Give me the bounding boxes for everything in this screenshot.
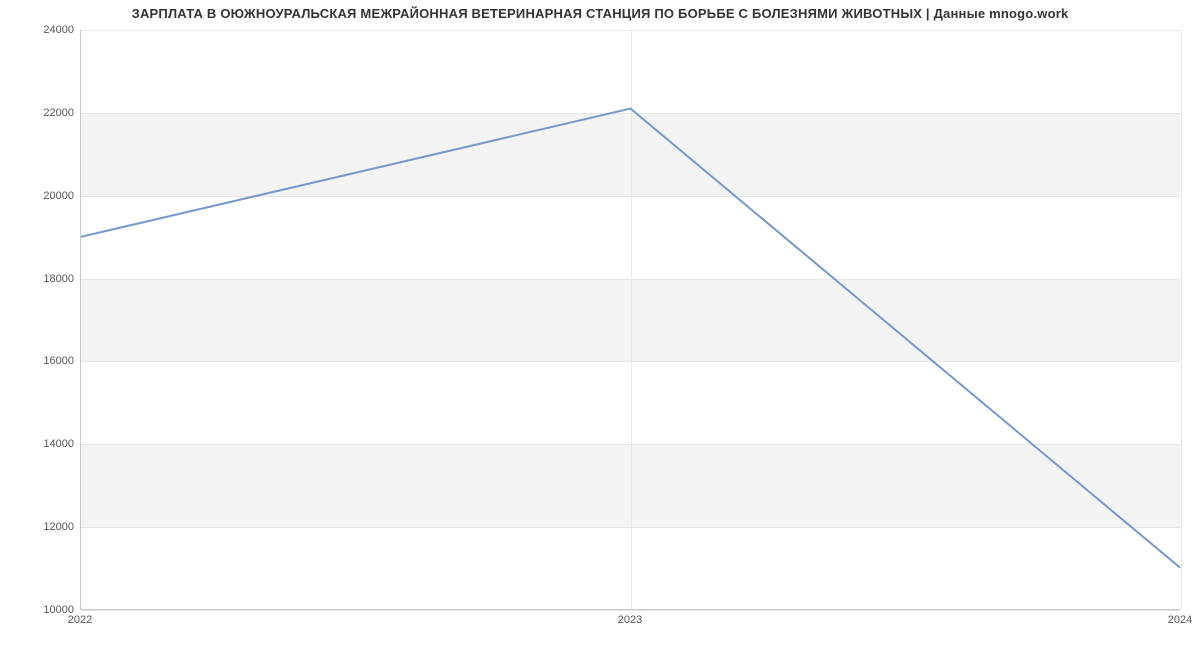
x-tick-label: 2022	[68, 614, 92, 626]
gridline-vertical	[1181, 30, 1182, 609]
plot-area	[80, 30, 1180, 610]
y-tick-label: 16000	[4, 355, 74, 367]
series-path	[81, 109, 1180, 568]
y-tick-label: 10000	[4, 604, 74, 616]
x-tick-label: 2023	[618, 614, 642, 626]
gridline-horizontal	[81, 610, 1180, 611]
y-tick-label: 12000	[4, 521, 74, 533]
y-tick-label: 22000	[4, 107, 74, 119]
y-tick-label: 14000	[4, 438, 74, 450]
y-tick-label: 18000	[4, 273, 74, 285]
y-tick-label: 20000	[4, 190, 74, 202]
chart-container: ЗАРПЛАТА В ОЮЖНОУРАЛЬСКАЯ МЕЖРАЙОННАЯ ВЕ…	[0, 0, 1200, 650]
line-series	[81, 30, 1180, 609]
x-tick-label: 2024	[1168, 614, 1192, 626]
chart-title: ЗАРПЛАТА В ОЮЖНОУРАЛЬСКАЯ МЕЖРАЙОННАЯ ВЕ…	[0, 6, 1200, 21]
y-tick-label: 24000	[4, 24, 74, 36]
